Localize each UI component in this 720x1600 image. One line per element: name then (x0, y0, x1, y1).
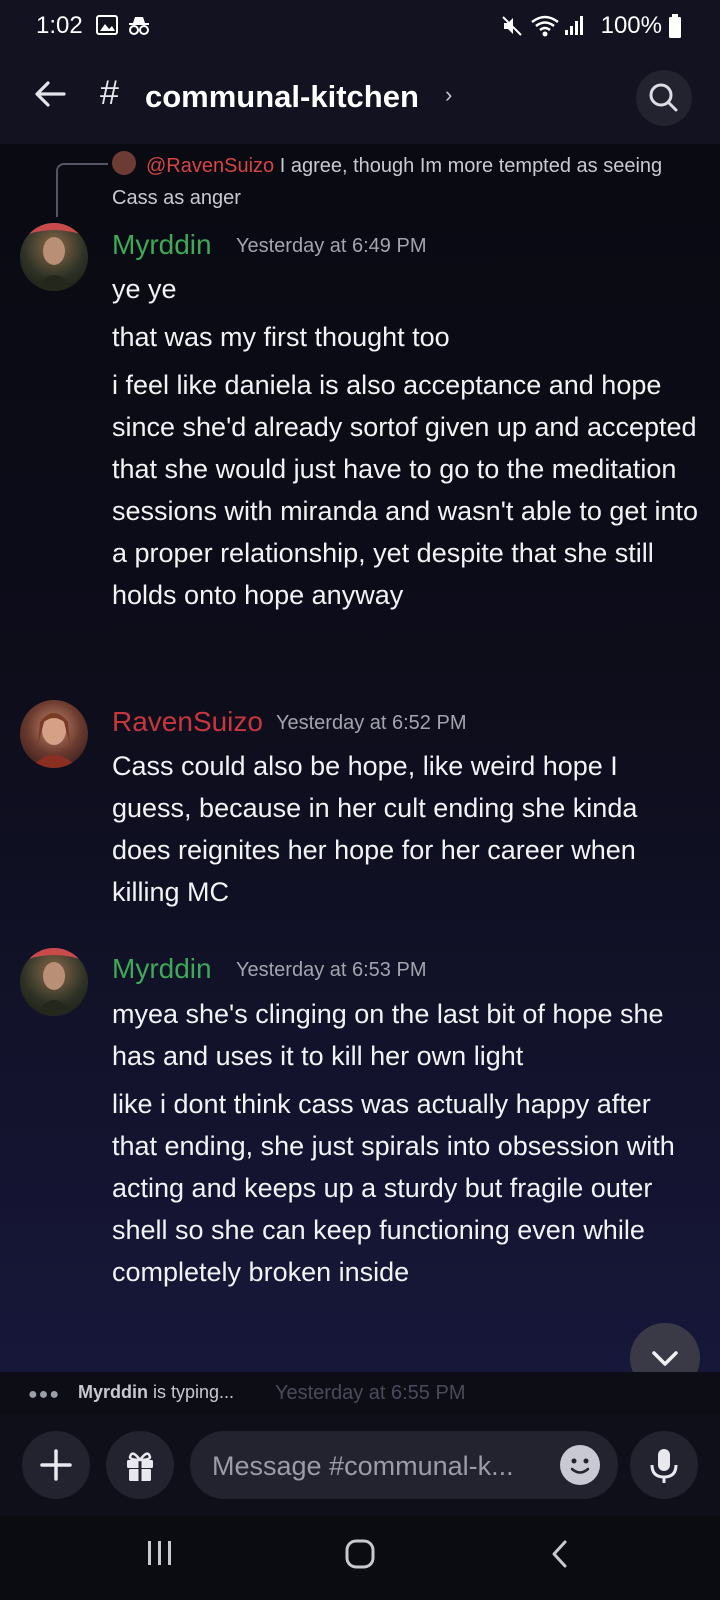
typing-user: Myrddin (78, 1382, 148, 1402)
incognito-icon (126, 14, 152, 42)
signal-icon (564, 14, 584, 42)
message-timestamp: Yesterday at 6:53 PM (236, 959, 427, 981)
avatar[interactable] (20, 948, 88, 1016)
system-nav-bar (0, 1516, 720, 1600)
message-input-placeholder: Message #communal-k... (212, 1451, 514, 1481)
back-button[interactable] (30, 74, 70, 114)
channel-header: # communal-kitchen › (0, 52, 720, 145)
typing-indicator: Yesterday at 6:55 PM ●●● Myrddin is typi… (0, 1372, 720, 1414)
avatar[interactable] (20, 700, 88, 768)
author-name[interactable]: Myrddin (112, 229, 212, 261)
gift-icon (127, 1452, 153, 1481)
plus-icon (40, 1449, 72, 1481)
recent-apps-icon (148, 1541, 171, 1565)
voice-message-button[interactable] (630, 1431, 698, 1499)
hash-icon: # (100, 74, 119, 112)
channel-title[interactable]: communal-kitchen (145, 79, 419, 115)
typing-dots-icon: ●●● (28, 1386, 60, 1403)
back-nav-icon (552, 1540, 567, 1568)
search-button[interactable] (636, 70, 692, 126)
status-time: 1:02 (36, 12, 83, 39)
message-text[interactable]: ye ye (112, 268, 702, 310)
author-name[interactable]: Myrddin (112, 953, 212, 985)
message-timestamp: Yesterday at 6:49 PM (236, 235, 427, 257)
search-icon (649, 83, 678, 112)
reply-connector (56, 163, 108, 217)
chevron-right-icon[interactable]: › (445, 82, 452, 108)
message-timestamp: Yesterday at 6:52 PM (276, 712, 467, 734)
battery-level: 100% (600, 12, 662, 39)
message-text[interactable]: like i dont think cass was actually happ… (112, 1083, 702, 1293)
ghost-timestamp: Yesterday at 6:55 PM (275, 1382, 466, 1404)
emoji-button[interactable] (560, 1445, 600, 1485)
add-attachment-button[interactable] (22, 1431, 90, 1499)
home-button[interactable] (344, 1538, 376, 1579)
wifi-icon (530, 14, 560, 44)
message-text[interactable]: that was my first thought too (112, 316, 702, 358)
message-input[interactable]: Message #communal-k... (190, 1431, 618, 1499)
gift-button[interactable] (106, 1431, 174, 1499)
microphone-icon (650, 1449, 678, 1483)
author-name[interactable]: RavenSuizo (112, 706, 263, 738)
reply-preview[interactable]: @RavenSuizo I agree, though Im more temp… (112, 150, 672, 214)
message-composer: Message #communal-k... (0, 1414, 720, 1516)
message-text[interactable]: i feel like daniela is also acceptance a… (112, 364, 702, 616)
back-nav-button[interactable] (548, 1538, 572, 1579)
avatar[interactable] (20, 223, 88, 291)
typing-text: Myrddin is typing... (78, 1382, 234, 1403)
home-icon (345, 1539, 375, 1569)
gallery-icon (96, 14, 118, 42)
mute-icon (500, 14, 524, 44)
reply-mention[interactable]: @RavenSuizo (146, 155, 274, 177)
recent-apps-button[interactable] (145, 1538, 175, 1577)
message-text[interactable]: myea she's clinging on the last bit of h… (112, 993, 702, 1077)
battery-icon (668, 14, 682, 43)
message-text[interactable]: Cass could also be hope, like weird hope… (112, 745, 702, 913)
smiley-icon (570, 1458, 590, 1474)
typing-label: is typing... (153, 1382, 235, 1402)
status-bar: 1:02 100% (0, 0, 720, 52)
